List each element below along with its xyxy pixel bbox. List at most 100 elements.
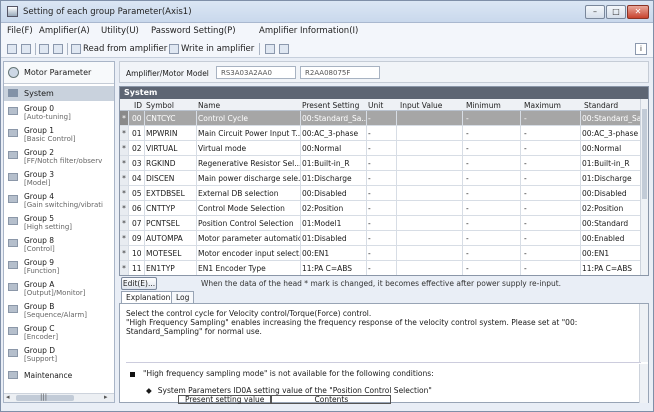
table-row[interactable]: * 00 CNTCYC Control Cycle 00:Standard_Sa... -…	[120, 111, 640, 126]
folder-icon	[8, 283, 18, 291]
sidebar-item-group-a[interactable]: Group A [Output]/Monitor]	[4, 278, 114, 300]
cell-sym: EN1TYP	[146, 264, 175, 273]
table-row[interactable]: * 02 VIRTUAL Virtual mode 00:Normal - - - 00:Nor…	[120, 141, 640, 156]
cell-name: Control Cycle	[198, 114, 248, 123]
cell-name: Main power discharge sele...	[198, 174, 300, 183]
sidebar-item-group-2[interactable]: Group 2 [FF/Notch filter/observ	[4, 146, 114, 168]
print-icon[interactable]	[53, 43, 65, 55]
compare-icon[interactable]	[265, 43, 277, 55]
folder-icon	[8, 151, 18, 159]
write-in-amplifier-button[interactable]: Write in amplifier	[169, 43, 254, 55]
table-row[interactable]: * 10 MOTESEL Motor encoder input select... 0…	[120, 246, 640, 261]
tab-log[interactable]: Log	[171, 291, 195, 303]
cell-min: -	[466, 234, 469, 243]
cell-sym: DISCEN	[146, 174, 175, 183]
cell-max: -	[524, 249, 527, 258]
sidebar-item-group-5[interactable]: Group 5 [High setting]	[4, 212, 114, 234]
sidebar-item-group-b[interactable]: Group B [Sequence/Alarm]	[4, 300, 114, 322]
sidebar-item-group-d[interactable]: Group D [Support]	[4, 344, 114, 366]
diamond-bullet-icon: ◆	[146, 386, 152, 395]
tab-explanation[interactable]: Explanation	[121, 291, 176, 303]
cell-present: 11:PA C=ABS	[302, 264, 353, 273]
sidebar-item-group-1[interactable]: Group 1 [Basic Control]	[4, 124, 114, 146]
sidebar-item-group-3[interactable]: Group 3 [Model]	[4, 168, 114, 190]
explanation-scrollbar[interactable]	[639, 304, 648, 362]
table-row[interactable]: * 07 PCNTSEL Position Control Selection 01:M…	[120, 216, 640, 231]
folder-icon	[8, 173, 18, 181]
cell-id: 02	[132, 144, 142, 153]
cell-std: 00:Enabled	[582, 234, 625, 243]
edit-button[interactable]: Edit(E)...	[121, 277, 157, 290]
open-icon[interactable]	[7, 43, 19, 55]
table-row[interactable]: * 04 DISCEN Main power discharge sele... 01:…	[120, 171, 640, 186]
explanation-bullet-1: "High frequency sampling mode" is not av…	[130, 369, 434, 378]
folder-icon	[8, 349, 18, 357]
cell-min: -	[466, 114, 469, 123]
sidebar-item-system[interactable]: System	[4, 86, 114, 101]
motor-model-field: R2AA08075F	[300, 66, 380, 79]
table-row[interactable]: * 05 EXTDBSEL External DB selection 00:Disab…	[120, 186, 640, 201]
folder-icon	[8, 305, 18, 313]
cell-sym: EXTDBSEL	[146, 189, 185, 198]
explanation-bullet-2: ◆ System Parameters ID0A setting value of…	[146, 386, 432, 395]
close-button[interactable]: ✕	[627, 5, 649, 19]
explanation-scrollbar-lower[interactable]	[639, 364, 648, 403]
cell-present: 00:EN1	[302, 249, 330, 258]
cell-unit: -	[368, 174, 371, 183]
reset-icon[interactable]	[279, 43, 291, 55]
scroll-left-icon[interactable]: ◂	[6, 393, 10, 401]
sidebar-item-motor-parameter[interactable]: Motor Parameter	[4, 62, 114, 84]
cell-present: 01:Built-in_R	[302, 159, 350, 168]
changed-mark: *	[120, 261, 128, 275]
cell-name: Main Circuit Power Input T...	[198, 129, 300, 138]
folder-icon	[8, 239, 18, 247]
sidebar-item-group-0[interactable]: Group 0 [Auto-tuning]	[4, 102, 114, 124]
table-row[interactable]: * 11 EN1TYP EN1 Encoder Type 11:PA C=ABS - - - 1…	[120, 261, 640, 275]
folder-icon	[8, 89, 18, 97]
cell-max: -	[524, 114, 527, 123]
cell-min: -	[466, 204, 469, 213]
sidebar-item-group-4[interactable]: Group 4 [Gain switching/vibrati	[4, 190, 114, 212]
cell-max: -	[524, 144, 527, 153]
maximize-button[interactable]: □	[606, 5, 626, 19]
menu-amplifier-information[interactable]: Amplifier Information(I)	[259, 26, 358, 36]
help-icon[interactable]: i	[635, 43, 647, 55]
cell-sym: CNTCYC	[146, 114, 176, 123]
folder-icon	[8, 107, 18, 115]
cell-std: 00:EN1	[582, 249, 610, 258]
scroll-right-icon[interactable]: ▸	[104, 393, 108, 401]
minimize-button[interactable]: –	[585, 5, 605, 19]
table-row[interactable]: * 03 RGKIND Regenerative Resistor Sel... 01:…	[120, 156, 640, 171]
cell-min: -	[466, 264, 469, 273]
menu-file[interactable]: File(F)	[7, 26, 33, 36]
cell-sym: MPWRIN	[146, 129, 178, 138]
table-row[interactable]: * 06 CNTTYP Control Mode Selection 02:Positi…	[120, 201, 640, 216]
sidebar-item-maintenance[interactable]: Maintenance	[4, 368, 114, 382]
table-row[interactable]: * 09 AUTOMPA Motor parameter automatic... 01…	[120, 231, 640, 246]
cell-name: External DB selection	[198, 189, 279, 198]
changed-mark: *	[120, 141, 128, 155]
sidebar-item-group-c[interactable]: Group C [Encoder]	[4, 322, 114, 344]
read-from-amplifier-button[interactable]: Read from amplifier	[71, 43, 167, 55]
changed-mark: *	[120, 201, 128, 215]
cell-present: 00:Normal	[302, 144, 342, 153]
menu-utility[interactable]: Utility(U)	[101, 26, 139, 36]
table-row[interactable]: * 01 MPWRIN Main Circuit Power Input T... 00…	[120, 126, 640, 141]
cell-max: -	[524, 174, 527, 183]
cell-id: 00	[132, 114, 142, 123]
cell-max: -	[524, 219, 527, 228]
cell-id: 05	[132, 189, 142, 198]
save-icon[interactable]	[21, 43, 33, 55]
cell-present: 00:Standard_Sa...	[302, 114, 366, 123]
menu-amplifier[interactable]: Amplifier(A)	[39, 26, 90, 36]
sidebar-item-group-9[interactable]: Group 9 [Function]	[4, 256, 114, 278]
scroll-thumb[interactable]	[642, 109, 647, 199]
menu-password-setting[interactable]: Password Setting(P)	[151, 26, 236, 36]
cell-std: 01:Discharge	[582, 174, 632, 183]
title-bar: Setting of each group Parameter(Axis1) –…	[1, 1, 653, 23]
sidebar-item-group-8[interactable]: Group 8 [Control]	[4, 234, 114, 256]
grid-vertical-scrollbar[interactable]	[640, 99, 648, 275]
cell-present: 00:Disabled	[302, 189, 347, 198]
print-preview-icon[interactable]	[39, 43, 51, 55]
sidebar-horizontal-scrollbar[interactable]: ◂ ||| ▸	[4, 393, 114, 402]
